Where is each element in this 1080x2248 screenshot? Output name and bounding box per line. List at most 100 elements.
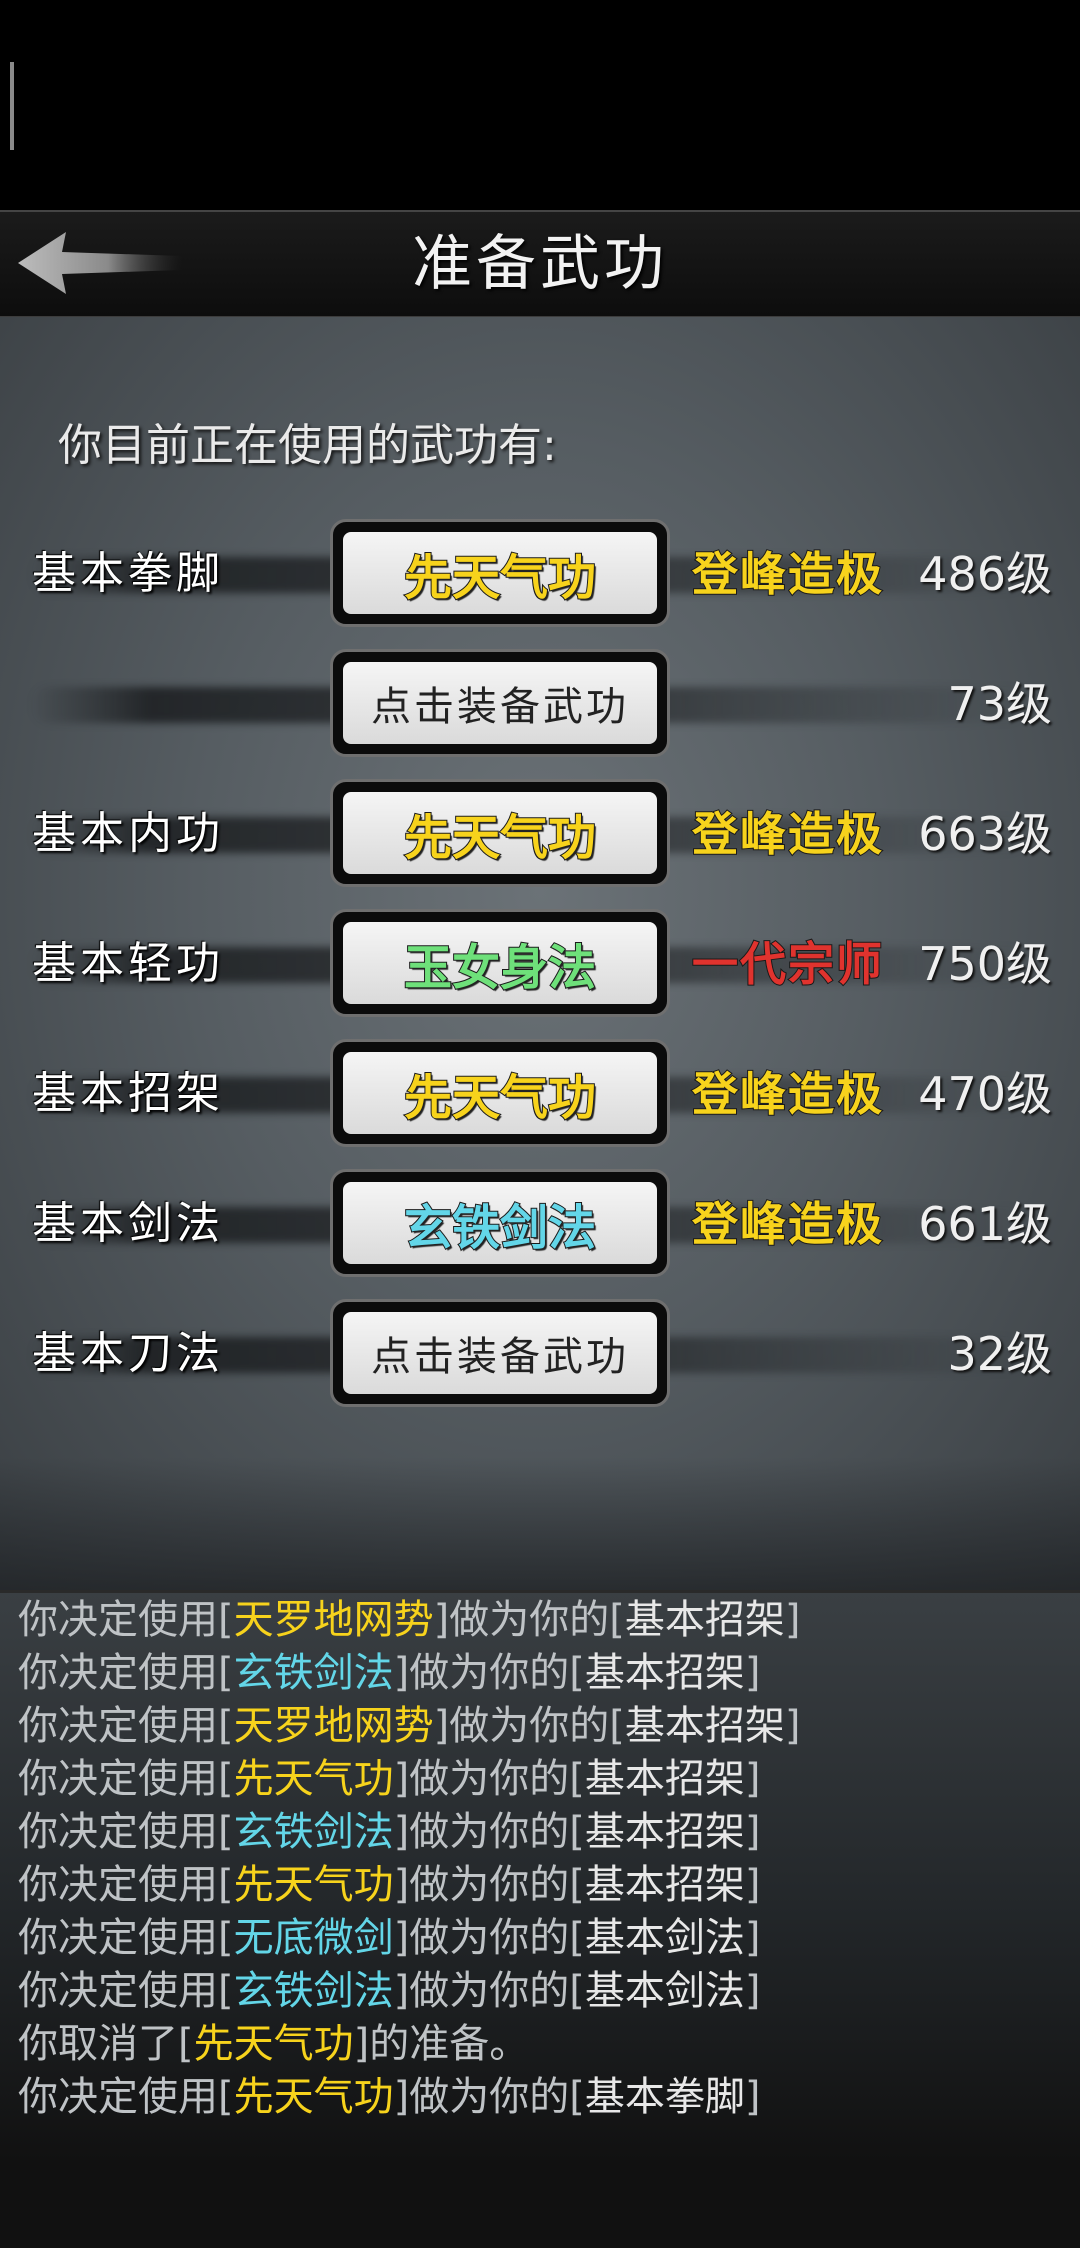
mastery-rank: 登峰造极: [691, 1196, 884, 1252]
log-list: 你决定使用[天罗地网势]做为你的[基本招架] 你决定使用[玄铁剑法]做为你的[基本…: [18, 1594, 1068, 2124]
log-text: ]: [744, 1862, 761, 1908]
mastery-rank: 登峰造极: [691, 806, 884, 862]
log-skill-name: 玄铁剑法: [233, 1650, 394, 1696]
back-button[interactable]: [14, 228, 184, 298]
skill-level: 73级: [947, 677, 1052, 731]
equip-panel: 你目前正在使用的武功有: 基本拳脚 先天气功 登峰造极 486级 点击装备武功 73级 基本…: [0, 317, 1080, 1590]
log-text: 你决定使用[: [18, 1756, 234, 1802]
skill-level: 663级: [918, 807, 1052, 861]
skill-label: 点击装备武功: [371, 684, 629, 730]
skill-label: 玄铁剑法: [403, 1199, 597, 1257]
log-text: 你取消了[: [18, 2021, 194, 2067]
slot-name: 基本剑法: [32, 1198, 224, 1249]
log-slot-name: 基本招架: [624, 1597, 785, 1643]
equipped-skill-button[interactable]: 先天气功: [330, 519, 670, 627]
skill-row: 基本轻功 玉女身法 一代宗师 750级: [0, 909, 1080, 1019]
skill-level: 750级: [918, 937, 1052, 991]
slot-name: 基本内功: [32, 808, 224, 859]
log-text: ]做为你的[: [393, 1756, 585, 1802]
equipped-skill-button[interactable]: 先天气功: [330, 1039, 670, 1147]
skill-level: 661级: [918, 1197, 1052, 1251]
log-skill-name: 无底微剑: [233, 1915, 394, 1961]
log-text: 你决定使用[: [18, 1862, 234, 1908]
log-slot-name: 基本招架: [584, 1809, 745, 1855]
equipped-skill-button[interactable]: 玄铁剑法: [330, 1169, 670, 1277]
equipped-skill-button[interactable]: 先天气功: [330, 779, 670, 887]
skill-row: 基本剑法 玄铁剑法 登峰造极 661级: [0, 1169, 1080, 1279]
log-text: 你决定使用[: [18, 1597, 234, 1643]
log-text: ]: [744, 2074, 761, 2120]
log-line: 你决定使用[先天气功]做为你的[基本招架]: [18, 1753, 1068, 1806]
log-line: 你决定使用[天罗地网势]做为你的[基本招架]: [18, 1594, 1068, 1647]
log-skill-name: 天罗地网势: [233, 1703, 434, 1749]
equip-skill-button[interactable]: 点击装备武功: [330, 1299, 670, 1407]
log-text: ]: [744, 1650, 761, 1696]
log-slot-name: 基本招架: [584, 1862, 745, 1908]
game-screen: 准备武功 你目前正在使用的武功有: 基本拳脚 先天气功 登峰造极 486级 点击装备武功…: [0, 0, 1080, 2248]
skill-row: 基本拳脚 先天气功 登峰造极 486级: [0, 519, 1080, 629]
equipped-skill-button[interactable]: 玉女身法: [330, 909, 670, 1017]
skill-button-face: 先天气功: [343, 792, 657, 874]
log-text: 你决定使用[: [18, 1809, 234, 1855]
log-skill-name: 玄铁剑法: [233, 1809, 394, 1855]
log-text: ]的准备。: [353, 2021, 530, 2067]
skill-button-face: 先天气功: [343, 532, 657, 614]
equip-skill-button[interactable]: 点击装备武功: [330, 649, 670, 757]
skill-row: 基本刀法 点击装备武功 32级: [0, 1299, 1080, 1409]
skill-level: 32级: [947, 1327, 1052, 1381]
log-text: 你决定使用[: [18, 1650, 234, 1696]
log-text: ]: [744, 1915, 761, 1961]
intro-text: 你目前正在使用的武功有:: [58, 420, 557, 471]
log-line: 你决定使用[玄铁剑法]做为你的[基本剑法]: [18, 1965, 1068, 2018]
slot-name: 基本拳脚: [32, 548, 224, 599]
log-text: 你决定使用[: [18, 1703, 234, 1749]
skill-label: 先天气功: [403, 809, 597, 867]
log-line: 你决定使用[玄铁剑法]做为你的[基本招架]: [18, 1647, 1068, 1700]
skill-label: 先天气功: [403, 549, 597, 607]
mastery-rank: 登峰造极: [691, 546, 884, 602]
log-skill-name: 先天气功: [193, 2021, 354, 2067]
log-slot-name: 基本拳脚: [584, 2074, 745, 2120]
log-text: 你决定使用[: [18, 2074, 234, 2120]
skill-button-face: 先天气功: [343, 1052, 657, 1134]
log-text: ]做为你的[: [393, 1968, 585, 2014]
log-text: 你决定使用[: [18, 1915, 234, 1961]
log-line: 你决定使用[玄铁剑法]做为你的[基本招架]: [18, 1806, 1068, 1859]
log-text: ]做为你的[: [393, 1809, 585, 1855]
mountain-silhouette: [0, 1457, 1080, 1590]
skill-level: 470级: [918, 1067, 1052, 1121]
log-skill-name: 玄铁剑法: [233, 1968, 394, 2014]
log-text: ]: [784, 1597, 801, 1643]
log-skill-name: 先天气功: [233, 2074, 394, 2120]
log-slot-name: 基本招架: [584, 1756, 745, 1802]
log-skill-name: 先天气功: [233, 1862, 394, 1908]
header-bar: 准备武功: [0, 210, 1080, 319]
slot-name: 基本轻功: [32, 938, 224, 989]
status-bar: [0, 0, 1080, 210]
log-text: ]做为你的[: [433, 1703, 625, 1749]
log-text: 你决定使用[: [18, 1968, 234, 2014]
log-text: ]做为你的[: [393, 2074, 585, 2120]
skill-label: 玉女身法: [403, 939, 597, 997]
back-arrow-icon: [18, 232, 182, 294]
skill-row: 基本招架 先天气功 登峰造极 470级: [0, 1039, 1080, 1149]
skill-button-face: 玄铁剑法: [343, 1182, 657, 1264]
slot-name: 基本招架: [32, 1068, 224, 1119]
log-skill-name: 先天气功: [233, 1756, 394, 1802]
log-text: ]做为你的[: [393, 1915, 585, 1961]
log-skill-name: 天罗地网势: [233, 1597, 434, 1643]
skill-level: 486级: [918, 547, 1052, 601]
slot-name: 基本刀法: [32, 1328, 224, 1379]
log-text: ]: [784, 1703, 801, 1749]
log-text: ]: [744, 1756, 761, 1802]
log-slot-name: 基本剑法: [584, 1915, 745, 1961]
log-line: 你决定使用[先天气功]做为你的[基本招架]: [18, 1859, 1068, 1912]
log-text: ]: [744, 1809, 761, 1855]
skill-button-face: 点击装备武功: [343, 1312, 657, 1394]
log-line: 你决定使用[无底微剑]做为你的[基本剑法]: [18, 1912, 1068, 1965]
log-slot-name: 基本招架: [584, 1650, 745, 1696]
skill-row: 点击装备武功 73级: [0, 649, 1080, 759]
skill-label: 点击装备武功: [371, 1334, 629, 1380]
log-slot-name: 基本剑法: [584, 1968, 745, 2014]
log-text: ]做为你的[: [393, 1650, 585, 1696]
